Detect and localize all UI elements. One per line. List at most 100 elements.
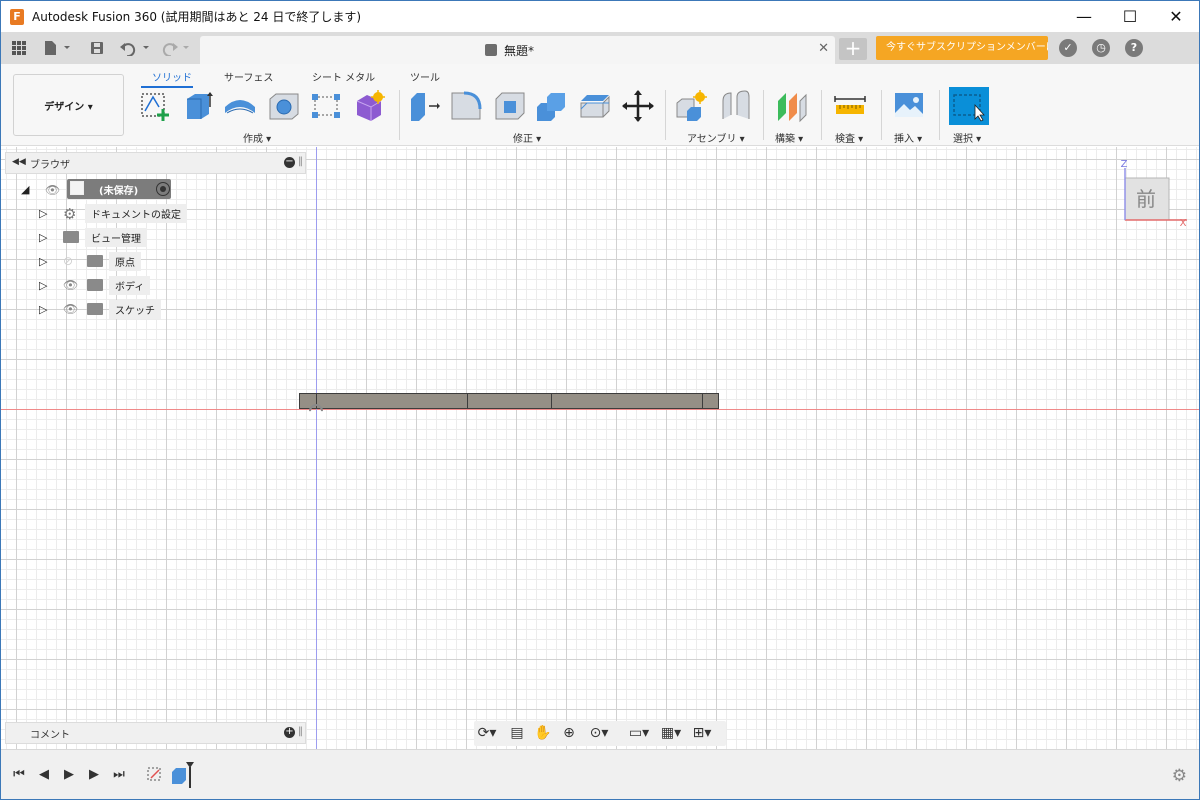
insert-group-label[interactable]: 挿入 ▾ — [894, 130, 922, 145]
redo-icon[interactable] — [159, 38, 193, 58]
minimize-button[interactable]: — — [1061, 1, 1107, 32]
pattern-icon[interactable] — [309, 89, 343, 123]
body-solid[interactable] — [299, 393, 719, 409]
combine-icon[interactable] — [535, 89, 569, 123]
file-menu-icon[interactable] — [41, 38, 73, 58]
orbit-icon[interactable]: ⟳▾ — [476, 724, 498, 742]
timeline-sketch-feature-icon[interactable] — [146, 764, 164, 786]
move-copy-icon[interactable] — [621, 89, 655, 123]
pin-icon[interactable]: ‖ — [298, 156, 303, 167]
minus-icon[interactable]: − — [284, 157, 295, 168]
canvas-viewport[interactable] — [1, 147, 1199, 749]
gear-icon[interactable]: ⚙ — [1172, 766, 1187, 786]
step-forward-icon[interactable]: ▶ — [86, 767, 102, 783]
tab-surface[interactable]: サーフェス — [224, 69, 273, 84]
eye-icon[interactable]: 👁 — [45, 184, 61, 196]
navigation-bar: ⟳▾ ▤ ✋ ⊕ ⊙▾ ▭▾ ▦▾ ⊞▾ — [474, 721, 726, 746]
assemble-group-label[interactable]: アセンブリ ▾ — [687, 130, 745, 145]
shell-icon[interactable] — [493, 89, 527, 123]
root-component-label: (未保存) — [99, 186, 139, 197]
offset-plane-icon[interactable] — [775, 89, 809, 123]
document-tab[interactable]: 無題* ✕ — [200, 36, 835, 64]
eye-icon[interactable]: 👁 — [63, 279, 79, 291]
activate-radio-icon[interactable] — [156, 182, 170, 196]
add-comment-icon[interactable]: + — [284, 727, 295, 738]
measure-icon[interactable] — [833, 89, 867, 123]
save-icon[interactable] — [87, 38, 107, 58]
create-form-icon[interactable] — [353, 89, 387, 123]
tree-item-label: スケッチ — [109, 300, 161, 319]
extrude-icon[interactable] — [181, 89, 215, 123]
edge-line — [467, 394, 468, 408]
fit-icon[interactable]: ⊙▾ — [584, 724, 614, 742]
joint-icon[interactable] — [719, 89, 753, 123]
offset-face-icon[interactable] — [578, 89, 612, 123]
hole-icon[interactable] — [267, 89, 301, 123]
tree-item-document-settings[interactable]: ▷ ⚙ ドキュメントの設定 — [39, 203, 187, 223]
maximize-button[interactable]: ☐ — [1107, 1, 1153, 32]
select-group-label[interactable]: 選択 ▾ — [953, 130, 981, 145]
expand-triangle-icon[interactable]: ▷ — [39, 207, 47, 220]
create-group-label[interactable]: 作成 ▾ — [243, 130, 271, 145]
tree-item-named-views[interactable]: ▷ ビュー管理 — [39, 227, 159, 247]
viewports-icon[interactable]: ⊞▾ — [688, 724, 716, 742]
fusion-logo-icon: F — [10, 8, 24, 25]
new-component-icon[interactable] — [675, 89, 709, 123]
fillet-icon[interactable] — [449, 89, 483, 123]
expand-triangle-icon[interactable]: ▷ — [39, 279, 47, 292]
insert-image-icon[interactable] — [892, 89, 926, 123]
eye-hidden-icon[interactable]: ⊘ — [63, 255, 79, 267]
new-tab-button[interactable]: + — [839, 38, 867, 60]
revolve-icon[interactable] — [223, 89, 257, 123]
pin-icon[interactable]: ‖ — [298, 726, 303, 737]
data-panel-grid-icon[interactable] — [9, 38, 29, 58]
expand-triangle-icon[interactable]: ▷ — [39, 303, 47, 316]
construct-group-label[interactable]: 構築 ▾ — [775, 130, 803, 145]
tab-tools[interactable]: ツール — [410, 69, 440, 84]
gear-icon: ⚙ — [63, 205, 77, 223]
ribbon-separator — [881, 90, 882, 140]
expand-triangle-icon[interactable]: ▷ — [39, 255, 47, 268]
folder-icon — [63, 231, 79, 243]
go-to-end-icon[interactable]: ⏭ — [111, 767, 127, 783]
go-to-start-icon[interactable]: ⏮ — [11, 767, 27, 783]
expand-triangle-icon[interactable]: ◢ — [21, 183, 29, 196]
timeline-bar: ⏮ ◀ ▶ ▶ ⏭ ⚙ — [1, 749, 1199, 799]
display-settings-icon[interactable]: ▭▾ — [626, 724, 652, 742]
close-window-button[interactable]: ✕ — [1153, 1, 1199, 32]
tree-item-sketches[interactable]: ▷ 👁 スケッチ — [39, 299, 169, 319]
look-at-icon[interactable]: ▤ — [506, 724, 528, 742]
component-icon — [70, 181, 84, 195]
play-icon[interactable]: ▶ — [61, 767, 77, 783]
subscribe-button[interactable]: 今すぐサブスクリプションメンバーに... — [876, 36, 1048, 60]
eye-icon[interactable]: 👁 — [63, 303, 79, 315]
workspace-switcher[interactable]: デザイン ▾ — [13, 74, 124, 136]
inspect-group-label[interactable]: 検査 ▾ — [835, 130, 863, 145]
edge-line — [551, 394, 552, 408]
zoom-icon[interactable]: ⊕ — [558, 724, 580, 742]
undo-icon[interactable] — [119, 38, 153, 58]
press-pull-icon[interactable] — [407, 89, 441, 123]
help-icon[interactable]: ? — [1125, 39, 1143, 57]
tree-root[interactable]: ◢ 👁 (未保存) — [19, 179, 189, 199]
timeline-extrude-feature-icon[interactable] — [169, 762, 195, 788]
tab-sheet-metal[interactable]: シート メタル — [312, 69, 375, 84]
clock-icon[interactable]: ◷ — [1092, 39, 1110, 57]
job-status-icon[interactable]: ✓ — [1059, 39, 1077, 57]
tab-solid[interactable]: ソリッド — [152, 69, 192, 84]
tree-item-origin[interactable]: ▷ ⊘ 原点 — [39, 251, 159, 271]
viewcube[interactable]: 前 Z X — [1113, 156, 1191, 230]
tree-item-bodies[interactable]: ▷ 👁 ボディ — [39, 275, 159, 295]
step-back-icon[interactable]: ◀ — [36, 767, 52, 783]
expand-triangle-icon[interactable]: ▷ — [39, 231, 47, 244]
create-sketch-icon[interactable] — [139, 89, 173, 123]
tree-item-label: 原点 — [109, 252, 141, 271]
pan-hand-icon[interactable]: ✋ — [532, 724, 554, 742]
floppy-icon — [91, 42, 103, 54]
grid-settings-icon[interactable]: ▦▾ — [658, 724, 684, 742]
ribbon-separator — [665, 90, 666, 140]
select-icon[interactable] — [949, 87, 989, 125]
collapse-arrow-icon[interactable]: ◀◀ — [12, 157, 26, 167]
modify-group-label[interactable]: 修正 ▾ — [513, 130, 541, 145]
close-tab-button[interactable]: ✕ — [818, 41, 829, 56]
